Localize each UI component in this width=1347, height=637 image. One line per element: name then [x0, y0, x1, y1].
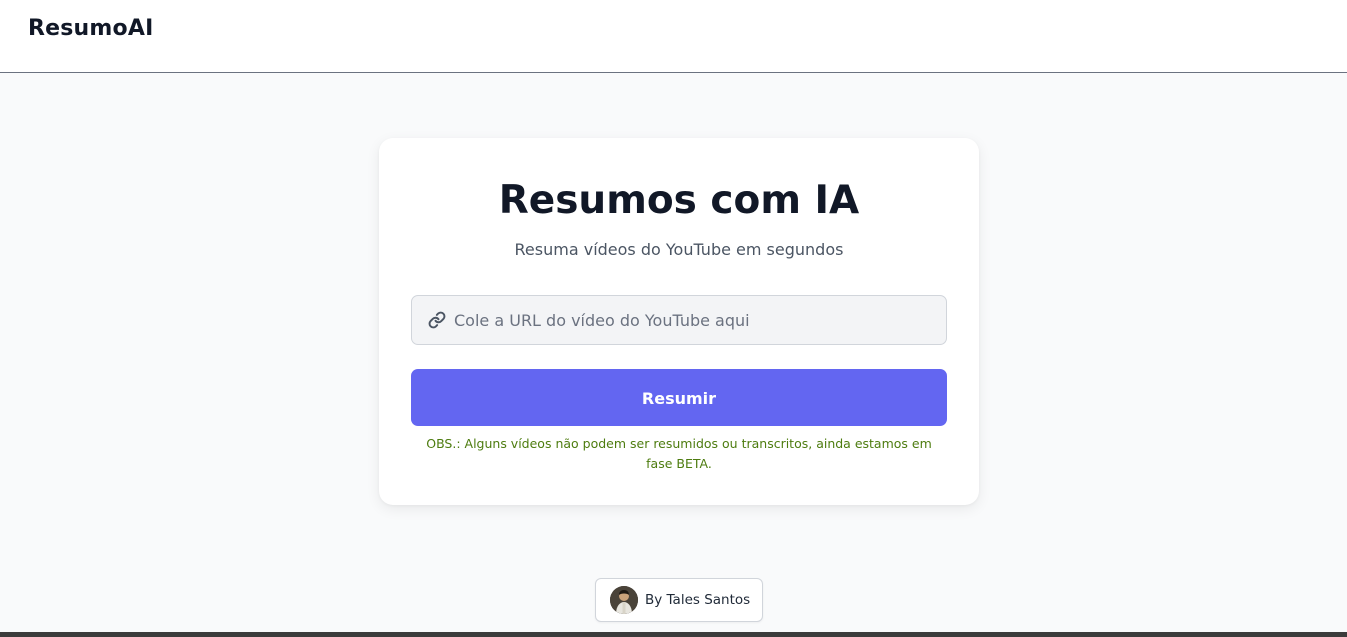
url-field[interactable] [411, 295, 947, 345]
brand-logo[interactable]: ResumoAI [28, 16, 153, 41]
navbar: ResumoAI [0, 0, 1347, 73]
author-label: By Tales Santos [645, 592, 751, 608]
summary-card: Resumos com IA Resuma vídeos do YouTube … [379, 138, 979, 505]
page: ResumoAI Resumos com IA Resuma vídeos do… [0, 0, 1347, 637]
page-subtitle: Resuma vídeos do YouTube em segundos [514, 240, 844, 259]
link-icon [428, 311, 446, 329]
summarize-button[interactable]: Resumir [411, 369, 947, 426]
url-input[interactable] [454, 296, 934, 344]
beta-note: OBS.: Alguns vídeos não podem ser resumi… [426, 436, 932, 471]
author-badge[interactable]: By Tales Santos [595, 578, 763, 622]
window-bottom-edge [0, 632, 1347, 637]
page-title: Resumos com IA [498, 178, 860, 223]
avatar [610, 586, 638, 614]
